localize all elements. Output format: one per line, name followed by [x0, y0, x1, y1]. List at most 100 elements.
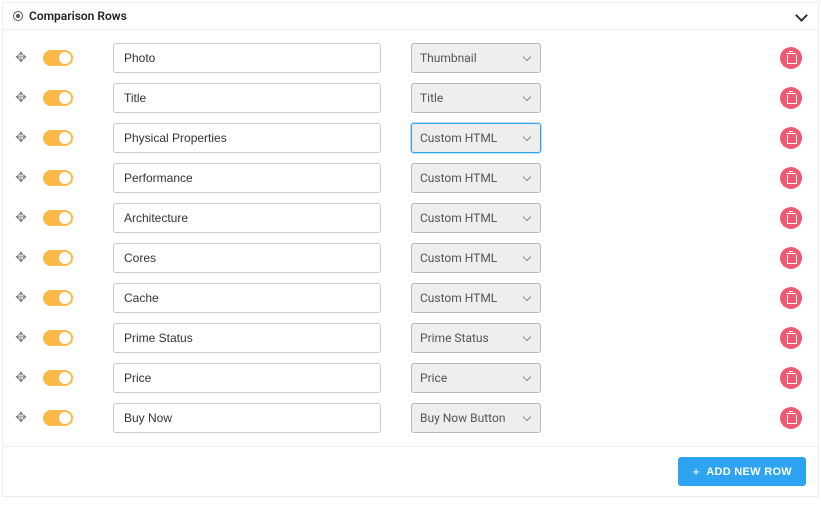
chevron-down-icon — [524, 174, 532, 182]
delete-row-button[interactable] — [780, 367, 802, 389]
trash-icon — [786, 373, 796, 384]
delete-row-button[interactable] — [780, 287, 802, 309]
chevron-down-icon — [524, 134, 532, 142]
drag-handle-icon[interactable]: ✥ — [13, 90, 29, 106]
trash-icon — [786, 333, 796, 344]
comparison-row: ✥ Thumbnail — [13, 38, 808, 78]
row-name-input[interactable] — [113, 83, 381, 113]
trash-icon — [786, 253, 796, 264]
row-name-input[interactable] — [113, 123, 381, 153]
enable-toggle[interactable] — [43, 130, 73, 146]
row-type-select[interactable]: Custom HTML — [411, 283, 541, 313]
enable-toggle[interactable] — [43, 330, 73, 346]
delete-row-button[interactable] — [780, 327, 802, 349]
enable-toggle[interactable] — [43, 370, 73, 386]
drag-handle-icon[interactable]: ✥ — [13, 410, 29, 426]
chevron-down-icon — [524, 414, 532, 422]
row-type-select[interactable]: Thumbnail — [411, 43, 541, 73]
panel-header[interactable]: Comparison Rows — [3, 3, 818, 30]
delete-row-button[interactable] — [780, 127, 802, 149]
plus-icon: + — [692, 465, 700, 478]
select-label: Custom HTML — [420, 131, 524, 145]
drag-handle-icon[interactable]: ✥ — [13, 130, 29, 146]
row-type-select[interactable]: Price — [411, 363, 541, 393]
delete-row-button[interactable] — [780, 47, 802, 69]
delete-row-button[interactable] — [780, 87, 802, 109]
row-type-select[interactable]: Title — [411, 83, 541, 113]
select-label: Custom HTML — [420, 291, 524, 305]
row-name-input[interactable] — [113, 243, 381, 273]
row-type-select[interactable]: Buy Now Button — [411, 403, 541, 433]
comparison-row: ✥ Custom HTML — [13, 238, 808, 278]
delete-row-button[interactable] — [780, 407, 802, 429]
row-type-select[interactable]: Custom HTML — [411, 163, 541, 193]
drag-handle-icon[interactable]: ✥ — [13, 370, 29, 386]
chevron-down-icon[interactable] — [796, 10, 808, 22]
comparison-row: ✥ Buy Now Button — [13, 398, 808, 438]
drag-handle-icon[interactable]: ✥ — [13, 170, 29, 186]
enable-toggle[interactable] — [43, 210, 73, 226]
chevron-down-icon — [524, 374, 532, 382]
chevron-down-icon — [524, 254, 532, 262]
trash-icon — [786, 413, 796, 424]
row-name-input[interactable] — [113, 203, 381, 233]
comparison-row: ✥ Prime Status — [13, 318, 808, 358]
drag-handle-icon[interactable]: ✥ — [13, 290, 29, 306]
row-type-select[interactable]: Custom HTML — [411, 123, 541, 153]
select-label: Custom HTML — [420, 211, 524, 225]
row-type-select[interactable]: Custom HTML — [411, 203, 541, 233]
chevron-down-icon — [524, 334, 532, 342]
select-label: Thumbnail — [420, 51, 524, 65]
drag-handle-icon[interactable]: ✥ — [13, 50, 29, 66]
select-label: Buy Now Button — [420, 411, 524, 425]
comparison-row: ✥ Custom HTML — [13, 158, 808, 198]
delete-row-button[interactable] — [780, 247, 802, 269]
trash-icon — [786, 173, 796, 184]
trash-icon — [786, 213, 796, 224]
panel-footer: + ADD NEW ROW — [3, 446, 818, 496]
comparison-row: ✥ Title — [13, 78, 808, 118]
trash-icon — [786, 293, 796, 304]
row-name-input[interactable] — [113, 283, 381, 313]
comparison-row: ✥ Custom HTML — [13, 118, 808, 158]
row-name-input[interactable] — [113, 403, 381, 433]
comparison-row: ✥ Custom HTML — [13, 198, 808, 238]
select-label: Custom HTML — [420, 171, 524, 185]
enable-toggle[interactable] — [43, 290, 73, 306]
row-name-input[interactable] — [113, 163, 381, 193]
select-label: Title — [420, 91, 524, 105]
panel-title: Comparison Rows — [29, 9, 796, 23]
add-button-label: ADD NEW ROW — [706, 466, 792, 478]
add-new-row-button[interactable]: + ADD NEW ROW — [678, 457, 806, 486]
enable-toggle[interactable] — [43, 170, 73, 186]
comparison-row: ✥ Custom HTML — [13, 278, 808, 318]
delete-row-button[interactable] — [780, 167, 802, 189]
comparison-rows-panel: Comparison Rows ✥ Thumbnail ✥ Title ✥ Custom … — [2, 2, 819, 497]
row-name-input[interactable] — [113, 323, 381, 353]
chevron-down-icon — [524, 214, 532, 222]
trash-icon — [786, 93, 796, 104]
enable-toggle[interactable] — [43, 90, 73, 106]
delete-row-button[interactable] — [780, 207, 802, 229]
chevron-down-icon — [524, 94, 532, 102]
rows-container: ✥ Thumbnail ✥ Title ✥ Custom HTML ✥ Custom HTML… — [3, 30, 818, 446]
drag-handle-icon[interactable]: ✥ — [13, 250, 29, 266]
chevron-down-icon — [524, 294, 532, 302]
row-type-select[interactable]: Custom HTML — [411, 243, 541, 273]
drag-handle-icon[interactable]: ✥ — [13, 210, 29, 226]
drag-handle-icon[interactable]: ✥ — [13, 330, 29, 346]
enable-toggle[interactable] — [43, 410, 73, 426]
comparison-row: ✥ Price — [13, 358, 808, 398]
enable-toggle[interactable] — [43, 250, 73, 266]
row-type-select[interactable]: Prime Status — [411, 323, 541, 353]
row-name-input[interactable] — [113, 43, 381, 73]
enable-toggle[interactable] — [43, 50, 73, 66]
trash-icon — [786, 133, 796, 144]
select-label: Custom HTML — [420, 251, 524, 265]
chevron-down-icon — [524, 54, 532, 62]
select-label: Prime Status — [420, 331, 524, 345]
select-label: Price — [420, 371, 524, 385]
trash-icon — [786, 53, 796, 64]
row-name-input[interactable] — [113, 363, 381, 393]
panel-bullet-icon — [13, 11, 23, 21]
